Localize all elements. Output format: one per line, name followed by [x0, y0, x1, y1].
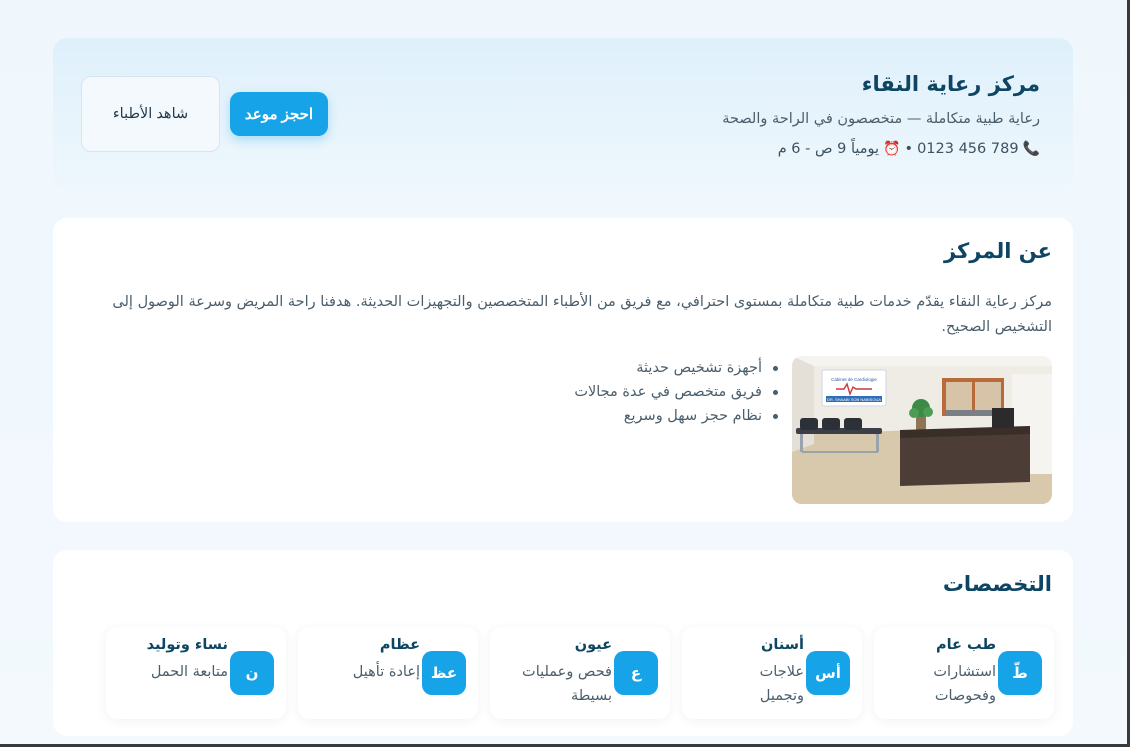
svg-text:Cabinet de Cardiologie: Cabinet de Cardiologie — [831, 377, 877, 382]
view-doctors-button[interactable]: شاهد الأطباء — [81, 76, 220, 152]
specialty-ophthalmology[interactable]: ع عيون فحص وعمليات بسيطة — [490, 627, 670, 719]
specialty-name: عظام — [379, 637, 420, 653]
about-title: عن المركز — [943, 239, 1052, 263]
specialty-name: أسنان — [761, 637, 804, 653]
specialty-description: إعادة تأهيل — [352, 664, 420, 680]
alarm-clock-icon: ⏰ — [883, 141, 901, 157]
book-appointment-button[interactable]: احجز موعد — [230, 92, 328, 136]
specialty-description: فحص وعمليات بسيطة — [522, 664, 612, 704]
center-title: مركز رعاية النقاء — [861, 72, 1040, 96]
center-subtitle: رعاية طبية متكاملة — متخصصون في الراحة و… — [722, 111, 1040, 127]
specialty-description: استشارات وفحوصات — [933, 664, 996, 704]
page: مركز رعاية النقاء رعاية طبية متكاملة — م… — [0, 0, 1127, 744]
specialties-title: التخصصات — [942, 572, 1052, 596]
specialty-description: علاجات وتجميل — [759, 664, 804, 704]
features-list: أجهزة تشخيص حديثة فريق متخصص في عدة مجال… — [482, 356, 782, 428]
specialty-badge: ع — [614, 651, 658, 695]
contact-separator: • — [904, 141, 914, 157]
list-item: فريق متخصص في عدة مجالات — [482, 380, 782, 404]
phone-icon: 📞 — [1022, 141, 1040, 157]
specialty-badge: ن — [230, 651, 274, 695]
specialty-name: نساء وتوليد — [146, 637, 228, 653]
reception-illustration: Cabinet de Cardiologie DR. SHAABI SOB NA… — [792, 356, 1052, 504]
clinic-reception-photo: Cabinet de Cardiologie DR. SHAABI SOB NA… — [792, 356, 1052, 504]
contact-line: 📞 789 456 0123 • ⏰ يومياً 9 ص - 6 م — [778, 141, 1040, 157]
specialty-name: عيون — [574, 637, 612, 653]
list-item: نظام حجز سهل وسريع — [482, 404, 782, 428]
specialty-dentistry[interactable]: أس أسنان علاجات وتجميل — [682, 627, 862, 719]
photo-sign-text: DR. SHAABI SOB NABISOUA — [827, 397, 881, 402]
specialty-badge: عظ — [422, 651, 466, 695]
about-description: مركز رعاية النقاء يقدّم خدمات طبية متكام… — [112, 294, 1052, 335]
specialty-badge: طّ — [998, 651, 1042, 695]
specialty-description: متابعة الحمل — [150, 664, 228, 680]
specialty-obgyn[interactable]: ن نساء وتوليد متابعة الحمل — [106, 627, 286, 719]
specialty-name: طب عام — [935, 637, 996, 653]
opening-hours: يومياً 9 ص - 6 م — [777, 141, 880, 157]
specialty-orthopedics[interactable]: عظ عظام إعادة تأهيل — [298, 627, 478, 719]
list-item: أجهزة تشخيص حديثة — [482, 356, 782, 380]
specialty-general-medicine[interactable]: طّ طب عام استشارات وفحوصات — [874, 627, 1054, 719]
phone-number: 789 456 0123 — [917, 141, 1019, 157]
specialty-badge: أس — [806, 651, 850, 695]
